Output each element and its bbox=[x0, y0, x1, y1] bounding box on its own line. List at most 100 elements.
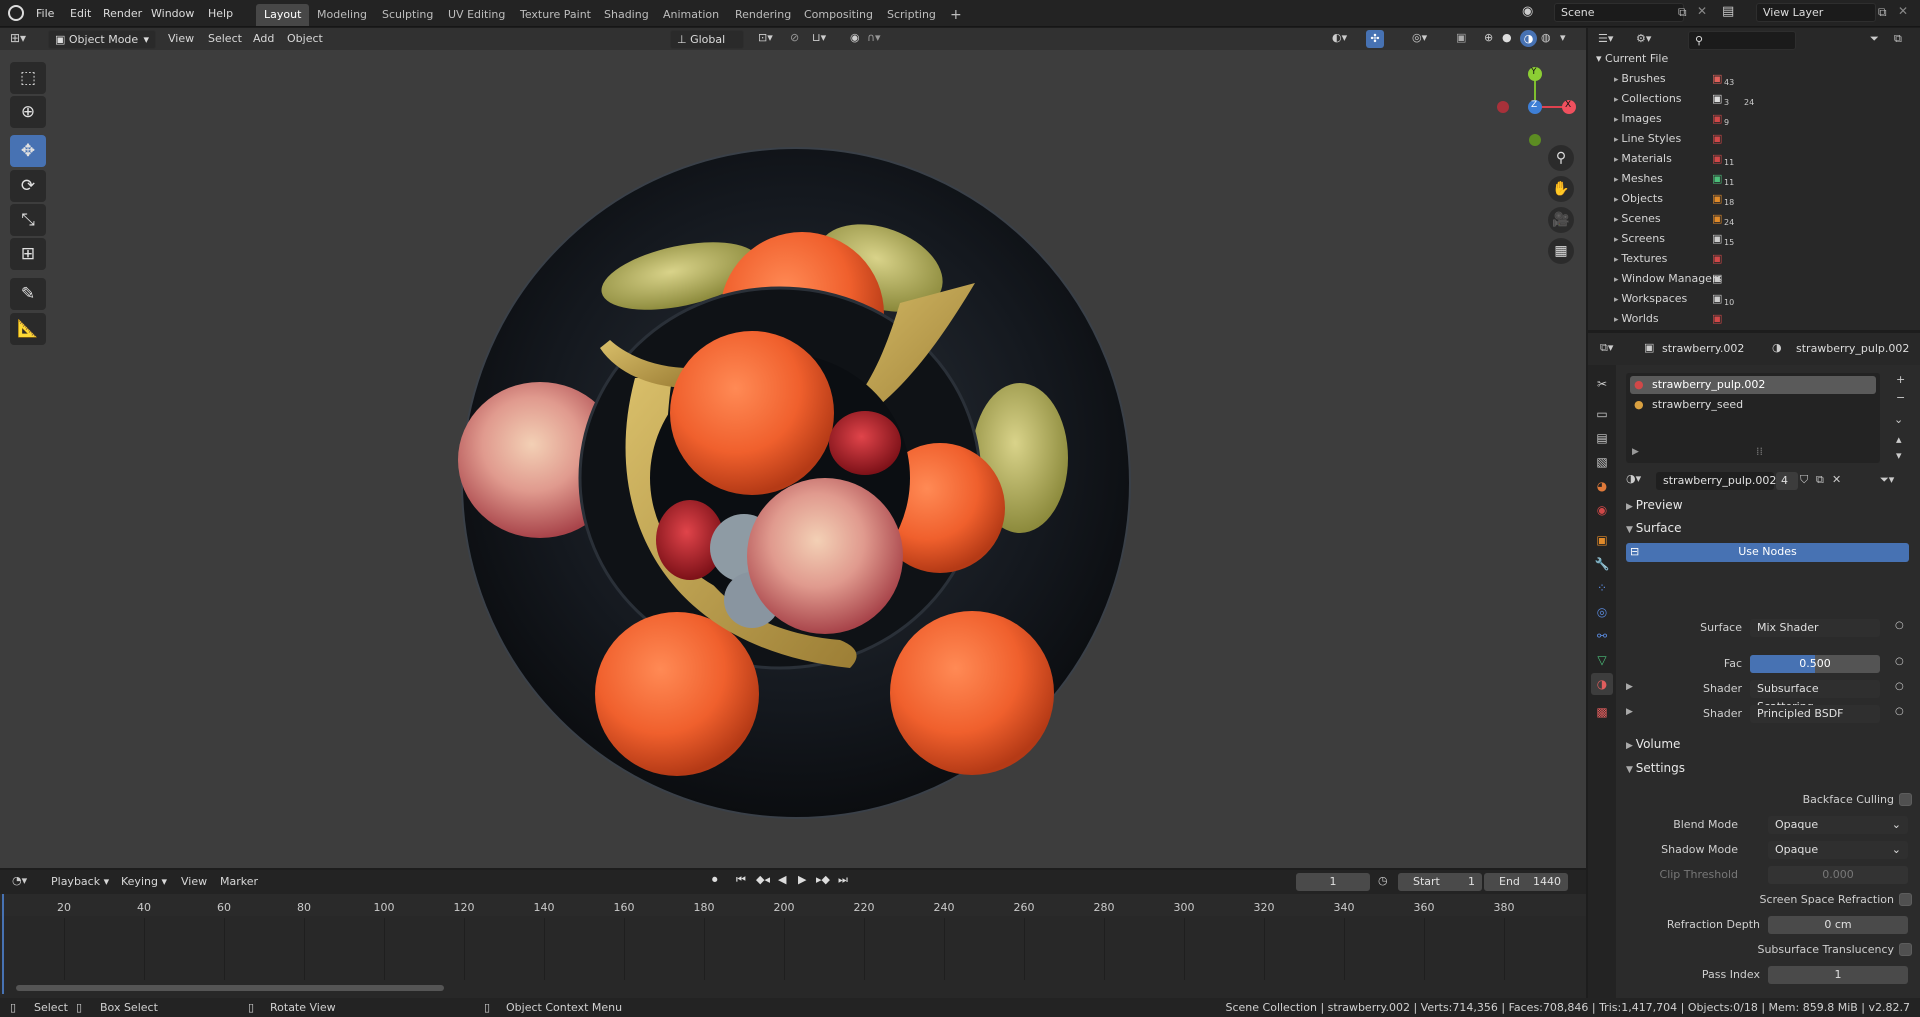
object-tab-icon[interactable]: ▣ bbox=[1591, 529, 1613, 551]
outliner-item-objects[interactable]: ▸ Objects ▣ 18 bbox=[1588, 189, 1920, 209]
menu-file[interactable]: File bbox=[30, 4, 60, 24]
add-slot-icon[interactable]: + bbox=[1896, 373, 1905, 386]
shader1-dropdown[interactable]: Subsurface Scattering bbox=[1750, 680, 1880, 713]
output-tab-icon[interactable]: ▤ bbox=[1591, 427, 1613, 449]
menu-marker[interactable]: Marker bbox=[215, 873, 263, 891]
fac-slider[interactable]: 0.500 bbox=[1750, 655, 1880, 673]
tab-texture-paint[interactable]: Texture Paint bbox=[512, 4, 599, 26]
duplicate-material-icon[interactable]: ⧉ bbox=[1816, 473, 1824, 487]
tab-uv-editing[interactable]: UV Editing bbox=[440, 4, 513, 26]
properties-editor-icon[interactable]: ⧉▾ bbox=[1600, 341, 1613, 355]
prev-keyframe-icon[interactable]: ◆◂ bbox=[756, 873, 770, 886]
measure-tool-icon[interactable]: 📐 bbox=[10, 313, 46, 345]
view-layer-field[interactable]: View Layer bbox=[1756, 3, 1876, 22]
tab-animation[interactable]: Animation bbox=[655, 4, 727, 26]
tab-sculpting[interactable]: Sculpting bbox=[374, 4, 441, 26]
tool-tab-icon[interactable]: ✂ bbox=[1591, 373, 1613, 395]
outliner-item-images[interactable]: ▸ Images ▣ 9 bbox=[1588, 109, 1920, 129]
visibility-icon[interactable]: ◐▾ bbox=[1332, 31, 1347, 44]
data-tab-icon[interactable]: ▽ bbox=[1591, 649, 1613, 671]
resize-grip-icon[interactable]: ⁞⁞ bbox=[1756, 445, 1763, 458]
timeline-scrollbar[interactable] bbox=[16, 985, 444, 991]
material-shading-icon[interactable]: ◑ bbox=[1520, 30, 1537, 47]
outliner-item-brushes[interactable]: ▸ Brushes ▣ 43 bbox=[1588, 69, 1920, 89]
world-tab-icon[interactable]: ◉ bbox=[1591, 499, 1613, 521]
backface-culling-checkbox[interactable] bbox=[1899, 793, 1912, 806]
tab-scripting[interactable]: Scripting bbox=[879, 4, 944, 26]
select-box-tool-icon[interactable]: ⬚ bbox=[10, 62, 46, 94]
physics-tab-icon[interactable]: ◎ bbox=[1591, 601, 1613, 623]
view-layer-copy-icon[interactable]: ⧉ bbox=[1878, 5, 1887, 20]
tab-modeling[interactable]: Modeling bbox=[309, 4, 375, 26]
annotate-tool-icon[interactable]: ✎ bbox=[10, 278, 46, 310]
playhead[interactable] bbox=[2, 894, 4, 994]
menu-help[interactable]: Help bbox=[202, 4, 239, 24]
outliner-item-line-styles[interactable]: ▸ Line Styles ▣ bbox=[1588, 129, 1920, 149]
settings-section[interactable]: ▼ Settings bbox=[1626, 757, 1685, 779]
tab-layout[interactable]: Layout bbox=[256, 4, 310, 26]
link-browse-icon[interactable]: ⏷▾ bbox=[1880, 473, 1894, 487]
tab-compositing[interactable]: Compositing bbox=[796, 4, 881, 26]
play-icon[interactable]: ▶ bbox=[798, 873, 806, 886]
rendered-shading-icon[interactable]: ◍ bbox=[1541, 31, 1551, 44]
socket-icon[interactable]: ○ bbox=[1895, 681, 1904, 692]
solid-shading-icon[interactable]: ● bbox=[1502, 31, 1512, 44]
list-item[interactable]: ● strawberry_seed bbox=[1630, 396, 1876, 414]
add-workspace-button[interactable]: + bbox=[942, 4, 970, 26]
use-nodes-button[interactable]: ⊟ Use Nodes bbox=[1626, 543, 1909, 562]
surface-section[interactable]: ▼ Surface bbox=[1626, 517, 1682, 539]
socket-icon[interactable]: ○ bbox=[1895, 706, 1904, 717]
surface-shader-dropdown[interactable]: Mix Shader bbox=[1750, 619, 1880, 637]
menu-playback[interactable]: Playback ▾ bbox=[46, 873, 114, 891]
render-tab-icon[interactable]: ▭ bbox=[1591, 403, 1613, 425]
ssr-checkbox[interactable] bbox=[1899, 893, 1912, 906]
jump-end-icon[interactable]: ⏭ bbox=[838, 873, 848, 887]
display-mode-icon[interactable]: ⚙▾ bbox=[1636, 32, 1651, 45]
move-up-icon[interactable]: ▴ bbox=[1896, 433, 1902, 446]
record-icon[interactable]: ⏺ bbox=[712, 873, 718, 887]
pivot-icon[interactable]: ⊡▾ bbox=[758, 31, 773, 44]
modifier-tab-icon[interactable]: 🔧 bbox=[1591, 553, 1613, 575]
material-users-count[interactable]: 4 bbox=[1776, 472, 1798, 490]
volume-section[interactable]: ▶ Volume bbox=[1626, 733, 1680, 755]
shadow-mode-dropdown[interactable]: Opaque ⌄ bbox=[1768, 841, 1908, 859]
proportional-edit-icon[interactable]: ◉ bbox=[850, 31, 860, 44]
fake-user-shield-icon[interactable]: ⛉ bbox=[1800, 473, 1808, 487]
wireframe-shading-icon[interactable]: ⊕ bbox=[1484, 31, 1493, 44]
menu-timeline-view[interactable]: View bbox=[176, 873, 212, 891]
constraints-tab-icon[interactable]: ⚯ bbox=[1591, 625, 1613, 647]
menu-window[interactable]: Window bbox=[145, 4, 200, 24]
refraction-depth-field[interactable]: 0 cm bbox=[1768, 916, 1908, 934]
play-reverse-icon[interactable]: ◀ bbox=[778, 873, 786, 886]
cursor-tool-icon[interactable]: ⊕ bbox=[10, 96, 46, 128]
socket-icon[interactable]: ○ bbox=[1895, 656, 1904, 667]
tab-shading[interactable]: Shading bbox=[596, 4, 657, 26]
material-tab-icon[interactable]: ◑ bbox=[1591, 673, 1613, 695]
slot-specials-icon[interactable]: ⌄ bbox=[1894, 413, 1903, 426]
menu-add[interactable]: Add bbox=[248, 30, 279, 48]
texture-tab-icon[interactable]: ▩ bbox=[1591, 701, 1613, 723]
pass-index-field[interactable]: 1 bbox=[1768, 966, 1908, 984]
rotate-tool-icon[interactable]: ⟳ bbox=[10, 170, 46, 202]
perspective-grid-icon[interactable]: ▦ bbox=[1548, 238, 1574, 264]
tree-root[interactable]: ▾ Current File bbox=[1588, 49, 1920, 69]
menu-view[interactable]: View bbox=[163, 30, 199, 48]
snap-icon[interactable]: ⊘ bbox=[790, 31, 799, 44]
preview-range-icon[interactable]: ◷ bbox=[1378, 874, 1388, 887]
tab-rendering[interactable]: Rendering bbox=[727, 4, 799, 26]
transform-tool-icon[interactable]: ⊞ bbox=[10, 238, 46, 270]
move-tool-icon[interactable]: ✥ bbox=[10, 135, 46, 167]
gizmo-toggle-icon[interactable]: ✣ bbox=[1366, 30, 1384, 48]
view-layer-icon[interactable]: ▤ bbox=[1722, 4, 1734, 19]
unlink-material-icon[interactable]: ✕ bbox=[1832, 473, 1841, 486]
filter-icon[interactable]: ⏷ bbox=[1870, 32, 1879, 46]
outliner-item-worlds[interactable]: ▸ Worlds ▣ bbox=[1588, 309, 1920, 329]
sst-checkbox[interactable] bbox=[1899, 943, 1912, 956]
expand-arrow-icon[interactable]: ▶ bbox=[1632, 447, 1639, 457]
material-name-field[interactable]: strawberry_pulp.002 bbox=[1656, 472, 1776, 490]
pan-hand-icon[interactable]: ✋ bbox=[1548, 176, 1574, 202]
transform-orientation-dropdown[interactable]: ⊥ Global bbox=[670, 30, 744, 49]
scene-tab-icon[interactable]: ◕ bbox=[1591, 475, 1613, 497]
view-layer-tab-icon[interactable]: ▧ bbox=[1591, 451, 1613, 473]
outliner-item-meshes[interactable]: ▸ Meshes ▣ 11 bbox=[1588, 169, 1920, 189]
